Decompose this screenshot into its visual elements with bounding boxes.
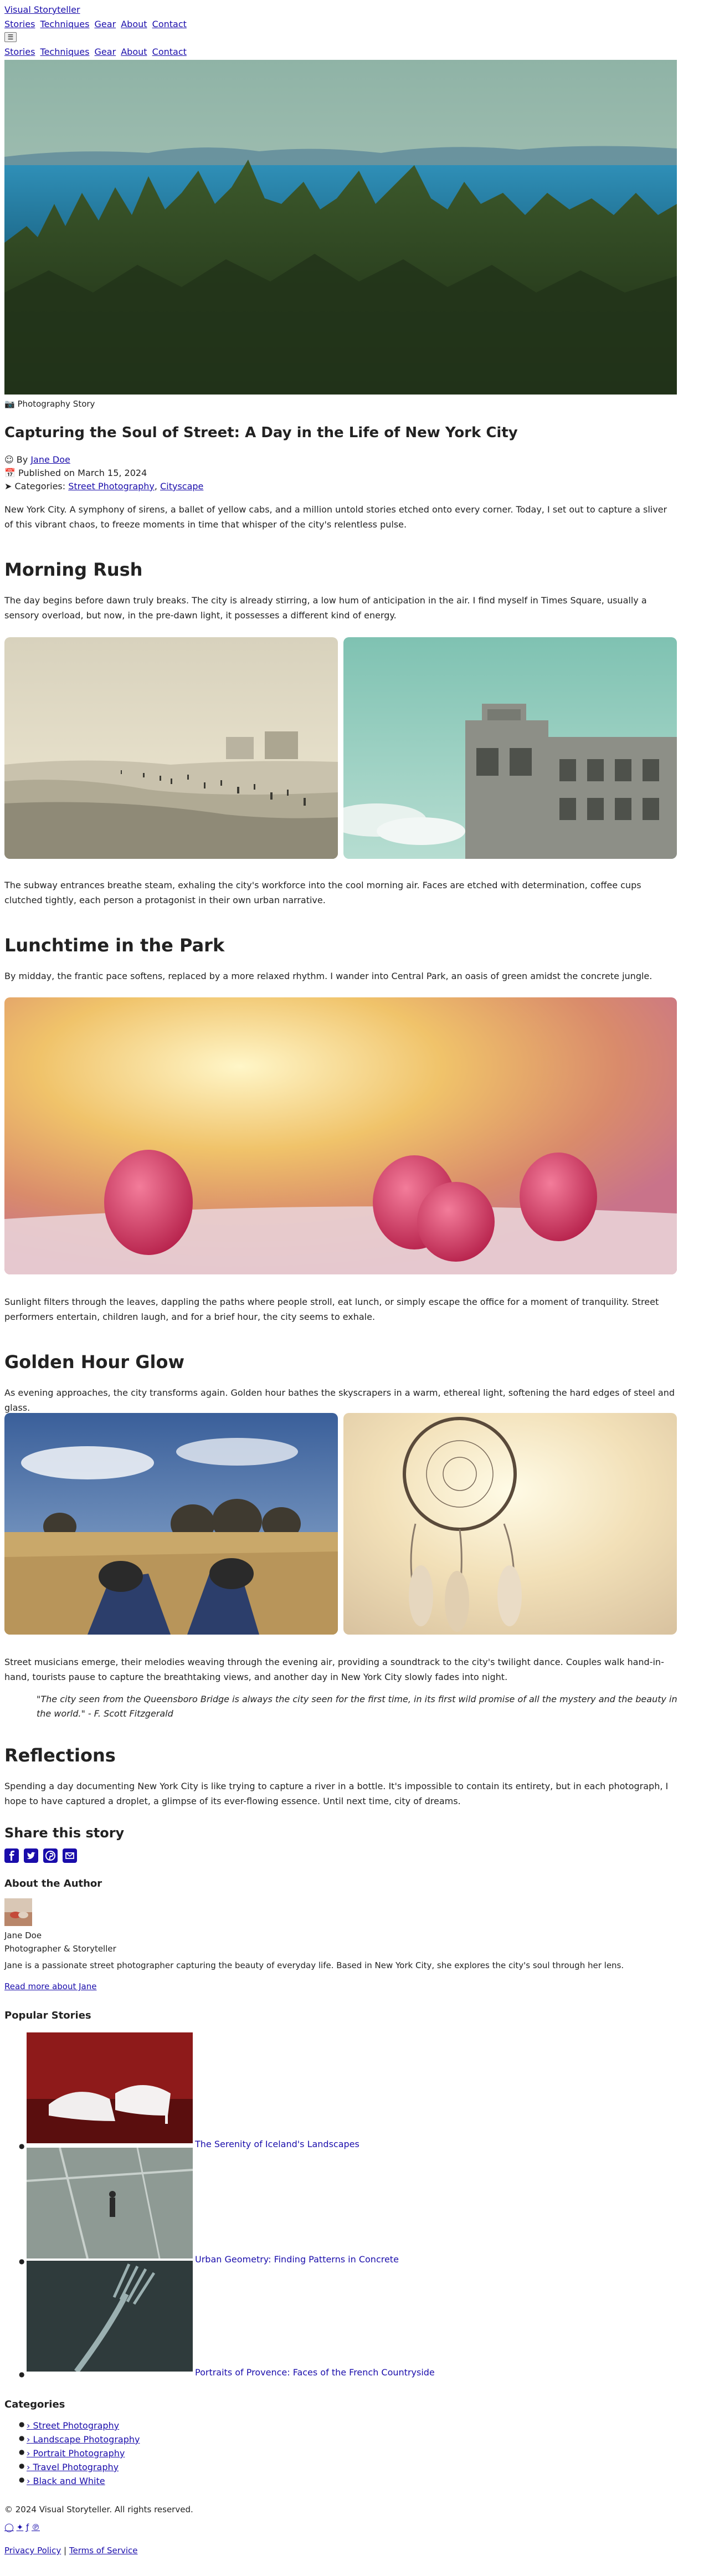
calendar-icon: 📅 [4,468,16,478]
nav-link-stories[interactable]: Stories [4,19,35,29]
top-nav: Stories Techniques Gear About Contact [4,18,189,31]
avatar [4,1898,32,1926]
popular-stories-heading: Popular Stories [4,2010,91,2021]
terms-of-service-link[interactable]: Terms of Service [69,2546,138,2555]
category-link-portrait-photography[interactable]: › Portrait Photography [27,2448,125,2459]
popular-story-title: Portraits of Provence: Faces of the Fren… [195,2367,435,2378]
popular-story-link[interactable]: Portraits of Provence: Faces of the Fren… [27,2261,525,2379]
nav-link-about[interactable]: About [121,19,147,29]
popular-story-link[interactable]: Urban Geometry: Finding Patterns in Conc… [27,2148,525,2266]
chevron-right-icon: › [27,2476,30,2486]
golden-hour-paragraph-1: As evening approaches, the city transfor… [4,1387,675,1413]
footer-social-links: ◯ ✦ ƒ ℗ [4,2521,40,2534]
chevron-right-icon: › [27,2448,30,2459]
category-link-travel-photography[interactable]: › Travel Photography [27,2462,119,2472]
facebook-icon[interactable]: ƒ [26,2522,29,2532]
raspberries-photo [4,997,677,1274]
author-link[interactable]: Jane Doe [30,454,70,465]
section-heading-reflections: Reflections [4,1745,116,1766]
category-item: ● › Street Photography [19,2420,120,2431]
mobile-nav-link-gear[interactable]: Gear [95,47,116,57]
email-icon[interactable] [63,1848,78,1863]
tag-link-cityscape[interactable]: Cityscape [160,481,203,491]
beach-photo [4,637,338,859]
instagram-icon[interactable]: ◯ [4,2522,14,2532]
hero-image [4,60,677,395]
category-item: ● › Black and White [19,2476,105,2486]
privacy-policy-link[interactable]: Privacy Policy [4,2546,61,2555]
pinterest-icon[interactable]: ℗ [32,2522,40,2532]
popular-story-link[interactable]: The Serenity of Iceland's Landscapes [27,2032,525,2151]
published-date: March 15, 2024 [78,468,147,478]
tag-link-street-photography[interactable]: Street Photography [68,481,155,491]
chevron-right-icon: › [27,2462,30,2472]
fitzgerald-quote: "The city seen from the Queensboro Bridg… [37,1694,677,1719]
morning-rush-paragraph-2: The subway entrances breathe steam, exha… [4,880,641,905]
footer-legal-links: Privacy Policy | Terms of Service [4,2546,138,2555]
popular-stories-list: ● The Serenity of Iceland's Landscapes ● [19,2032,580,2387]
mobile-nav-link-about[interactable]: About [121,47,147,57]
reflections-paragraph: Spending a day documenting New York City… [4,1781,669,1806]
mobile-nav: Stories Techniques Gear About Contact [4,45,189,59]
popular-story-item: ● Portraits of Provence: Faces of the Fr… [19,2261,525,2379]
category-link-street-photography[interactable]: › Street Photography [27,2420,119,2431]
lunchtime-paragraph-2: Sunlight filters through the leaves, dap… [4,1297,659,1322]
morning-rush-paragraph-1: The day begins before dawn truly breaks.… [4,595,647,621]
about-author-heading: About the Author [4,1878,102,1889]
popular-story-item: ● Urban Geometry: Finding Patterns in Co… [19,2148,525,2266]
section-heading-morning-rush: Morning Rush [4,559,143,580]
nav-link-contact[interactable]: Contact [152,19,187,29]
mobile-nav-link-techniques[interactable]: Techniques [40,47,90,57]
mobile-nav-link-stories[interactable]: Stories [4,47,35,57]
category-item: ● › Portrait Photography [19,2448,125,2459]
author-bio: Jane is a passionate street photographer… [4,1960,624,1970]
twitter-icon[interactable]: ✦ [17,2522,24,2532]
article-intro: New York City. A symphony of sirens, a b… [4,504,667,530]
read-more-author-link[interactable]: Read more about Jane [4,1980,96,1993]
article-title: Capturing the Soul of Street: A Day in t… [4,424,518,441]
categories-line: ➤ Categories: Street Photography, Citysc… [4,481,204,491]
article-category: 📷 Photography Story [4,398,95,411]
share-buttons [4,1848,79,1867]
chevron-right-icon: › [27,2420,30,2431]
lunchtime-paragraph-1: By midday, the frantic pace softens, rep… [4,971,653,981]
nav-link-gear[interactable]: Gear [95,19,116,29]
popular-story-thumbnail-urban-road [27,2148,193,2259]
nav-link-techniques[interactable]: Techniques [40,19,90,29]
park-feet-photo [4,1413,338,1635]
dreamcatcher-photo [343,1413,677,1635]
chevron-right-icon: › [27,2434,30,2445]
camera-icon: 📷 [4,399,15,409]
share-heading: Share this story [4,1825,125,1841]
published-line: 📅 Published on March 15, 2024 [4,468,147,478]
site-title-link[interactable]: Visual Storyteller [4,3,80,17]
user-icon: ☺ [4,454,14,465]
twitter-icon[interactable] [24,1848,39,1863]
mobile-nav-link-contact[interactable]: Contact [152,47,187,57]
categories-list: ● › Street Photography ● › Landscape Pho… [19,2419,248,2491]
category-link-black-and-white[interactable]: › Black and White [27,2476,105,2486]
author-role: Photographer & Storyteller [4,1944,116,1954]
popular-story-thumbnail-red-shoes [27,2032,193,2143]
section-heading-lunchtime: Lunchtime in the Park [4,935,225,956]
footer-copyright: © 2024 Visual Storyteller. All rights re… [4,2505,193,2514]
pinterest-icon[interactable] [43,1848,58,1863]
categories-heading: Categories [4,2399,65,2410]
bunker-building-photo [343,637,677,859]
menu-icon: ☰ [7,33,14,41]
author-name: Jane Doe [4,1930,42,1940]
tag-icon: ➤ [4,481,12,491]
golden-hour-paragraph-2: Street musicians emerge, their melodies … [4,1657,664,1682]
popular-story-item: ● The Serenity of Iceland's Landscapes [19,2032,525,2151]
facebook-icon[interactable] [4,1848,19,1863]
category-item: ● › Travel Photography [19,2462,119,2472]
section-heading-golden-hour: Golden Hour Glow [4,1351,184,1372]
article-category-label: Photography Story [17,399,95,409]
popular-story-thumbnail-fork [27,2261,193,2372]
category-link-landscape-photography[interactable]: › Landscape Photography [27,2434,140,2445]
category-item: ● › Landscape Photography [19,2434,140,2445]
menu-toggle-button[interactable]: ☰ [4,32,17,42]
author-line: ☺ By Jane Doe [4,454,70,465]
